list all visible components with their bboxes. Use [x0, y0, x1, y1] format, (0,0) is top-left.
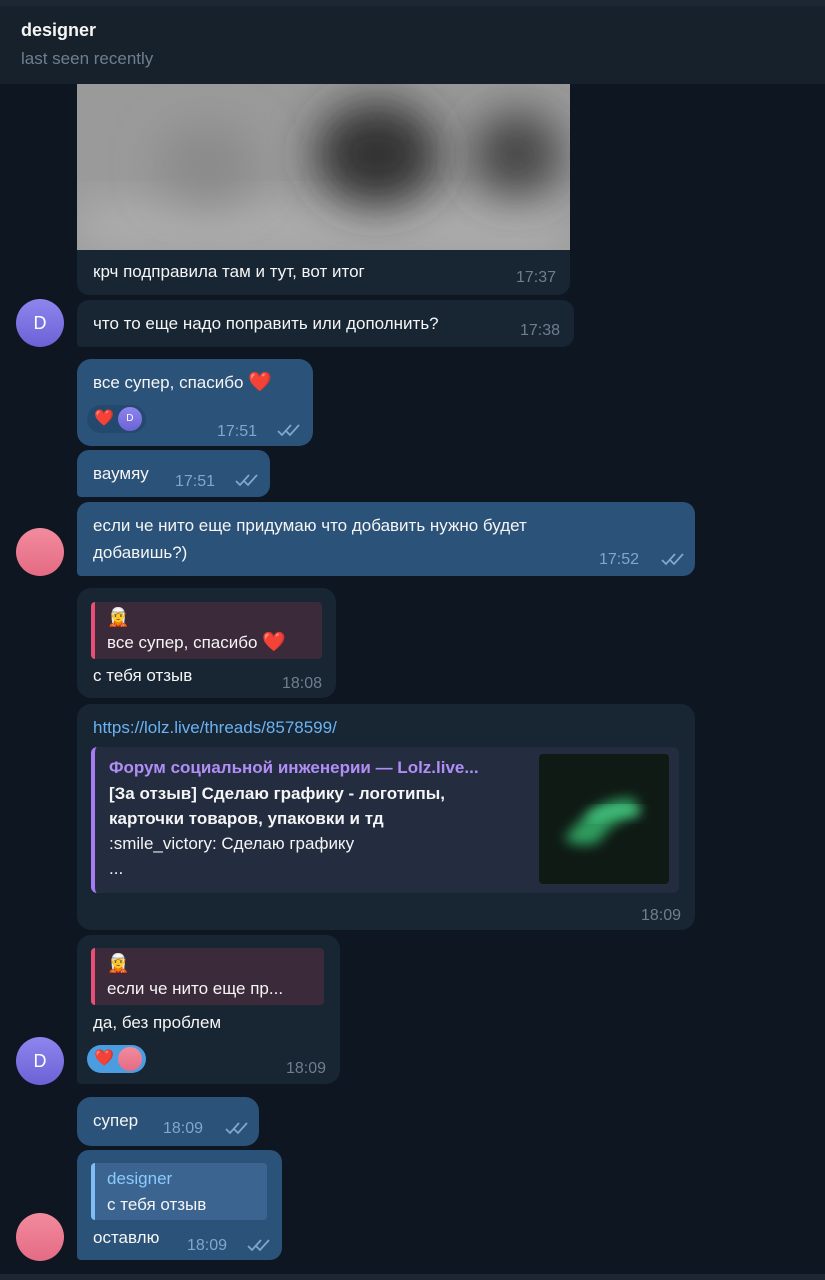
link[interactable]: https://lolz.live/threads/8578599/ — [93, 717, 337, 739]
message-time: 17:52 — [599, 551, 640, 568]
blurred-image[interactable] — [77, 84, 570, 250]
outgoing-message[interactable]: если че нито еще придумаю что добавить н… — [77, 502, 695, 576]
link-preview[interactable]: Форум социальной инженерии — Lolz.live..… — [91, 747, 679, 893]
avatar[interactable] — [16, 1213, 64, 1261]
preview-site: Форум социальной инженерии — Lolz.live..… — [109, 758, 479, 777]
message-text: оставлю — [93, 1228, 160, 1247]
double-check-icon — [235, 474, 258, 487]
preview-title: [За отзыв] Сделаю графику - логотипы, — [109, 784, 445, 803]
message-text: супер — [93, 1111, 139, 1130]
preview-description: ... — [109, 859, 124, 878]
avatar[interactable] — [16, 528, 64, 576]
bottom-edge — [0, 1274, 825, 1280]
sticker-icon: 🧝 — [107, 607, 130, 627]
heart-icon: ❤️ — [248, 372, 272, 393]
avatar[interactable]: D — [16, 1037, 64, 1085]
message-time: 17:51 — [217, 423, 258, 440]
reaction-chip[interactable]: ❤️ — [87, 1045, 146, 1073]
reaction-avatar: D — [117, 407, 142, 431]
message-time: 18:08 — [281, 675, 322, 692]
message-time: 18:09 — [285, 1060, 326, 1077]
outgoing-message[interactable]: ваумяу 17:51 — [77, 450, 270, 497]
double-check-icon — [247, 1239, 270, 1252]
outgoing-message[interactable]: супер 18:09 — [77, 1097, 259, 1146]
message-text: все супер, спасибо ❤️ — [93, 372, 272, 393]
avatar[interactable]: D — [16, 299, 64, 347]
message-text: ваумяу — [93, 464, 149, 483]
message-time: 17:51 — [175, 473, 216, 490]
double-check-icon — [661, 553, 684, 566]
chat-header[interactable]: designer last seen recently — [0, 6, 825, 84]
incoming-message[interactable]: что то еще надо поправить или дополнить?… — [77, 300, 574, 347]
message-time: 17:37 — [515, 269, 556, 286]
chat-title: designer — [21, 20, 97, 40]
quote-text: все супер, спасибо ❤️ — [107, 632, 286, 653]
outgoing-message[interactable]: все супер, спасибо ❤️ ❤️ D 17:51 — [77, 359, 313, 446]
message-text: что то еще надо поправить или дополнить? — [93, 314, 439, 333]
message-text-line: если че нито еще придумаю что добавить н… — [93, 516, 527, 535]
heart-icon: ❤️ — [94, 1050, 114, 1067]
heart-icon: ❤️ — [94, 410, 114, 427]
double-check-icon — [225, 1122, 248, 1135]
quote-text: если че нито еще пр... — [107, 979, 284, 998]
message-text: да, без проблем — [93, 1013, 222, 1032]
preview-title: карточки товаров, упаковки и тд — [109, 809, 384, 828]
message-time: 17:38 — [519, 322, 560, 339]
message-time: 18:09 — [640, 907, 681, 924]
preview-description: :smile_victory: Сделаю графику — [109, 834, 355, 853]
heart-icon: ❤️ — [262, 632, 286, 653]
chat-status: last seen recently — [21, 49, 154, 68]
message-text: с тебя отзыв — [93, 666, 193, 685]
quote-text: с тебя отзыв — [107, 1195, 207, 1214]
message-text-line: добавишь?) — [93, 543, 188, 562]
double-check-icon — [277, 424, 300, 437]
reply-quote[interactable]: 🧝 все супер, спасибо ❤️ — [91, 602, 322, 659]
outgoing-message[interactable]: designer с тебя отзыв оставлю 18:09 — [77, 1150, 282, 1260]
reply-quote[interactable]: 🧝 если че нито еще пр... — [91, 948, 324, 1005]
message-time: 18:09 — [187, 1237, 228, 1254]
image-message[interactable]: крч подправила там и тут, вот итог 17:37 — [77, 84, 570, 295]
reaction-avatar — [117, 1047, 142, 1071]
incoming-message[interactable]: 🧝 если че нито еще пр... да, без проблем… — [77, 935, 340, 1084]
incoming-message[interactable]: 🧝 все супер, спасибо ❤️ с тебя отзыв 18:… — [77, 588, 336, 698]
message-time: 18:09 — [163, 1120, 204, 1137]
quote-author: designer — [107, 1169, 173, 1188]
sticker-icon: 🧝 — [107, 953, 130, 973]
reply-quote[interactable]: designer с тебя отзыв — [91, 1163, 267, 1220]
link-message[interactable]: https://lolz.live/threads/8578599/ Форум… — [77, 704, 695, 930]
reaction-chip[interactable]: ❤️ D — [87, 405, 146, 433]
message-text: крч подправила там и тут, вот итог — [93, 262, 365, 281]
preview-thumbnail[interactable] — [539, 754, 669, 884]
